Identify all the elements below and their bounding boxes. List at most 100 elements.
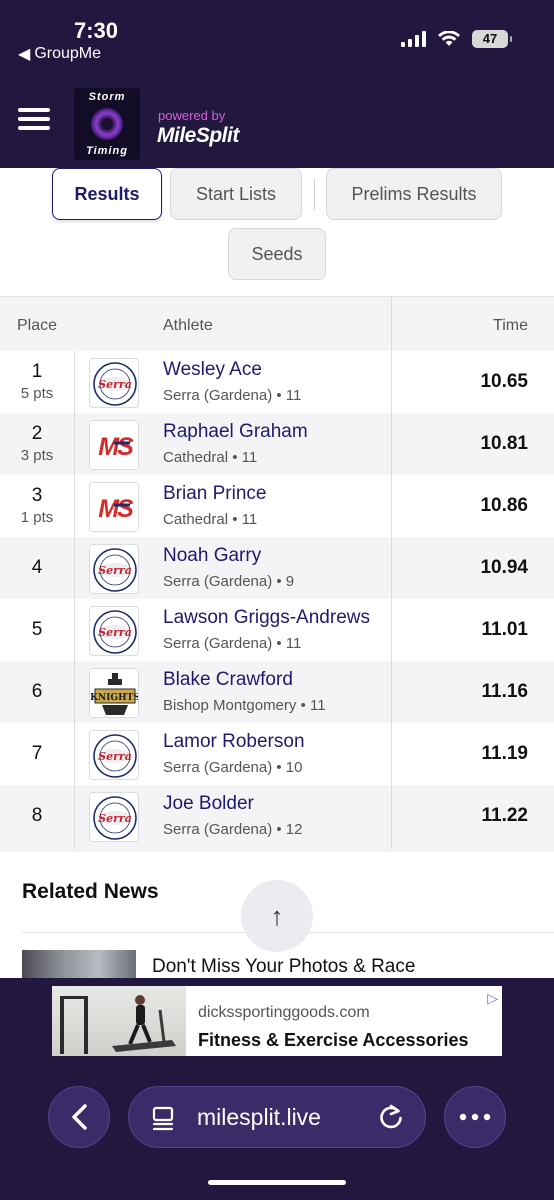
table-row[interactable]: 4 Serra Noah Garry Serra (Gardena) • 9 10.94 — [0, 537, 554, 599]
serra-team-logo[interactable]: Serra — [89, 730, 139, 780]
storm-timing-logo[interactable]: Storm Timing — [74, 88, 140, 160]
adchoices-icon[interactable]: ▷ — [487, 990, 498, 1007]
serra-logo-icon: Serra — [93, 548, 137, 592]
result-time: 11.16 — [481, 681, 529, 702]
athlete-name[interactable]: Noah Garry — [163, 545, 261, 567]
serra-logo-icon: Serra — [93, 610, 137, 654]
athlete-name[interactable]: Blake Crawford — [163, 669, 293, 691]
powered-by-text: powered by — [158, 108, 226, 123]
url-text: milesplit.live — [197, 1104, 321, 1130]
treadmill-image-icon — [60, 995, 176, 1054]
status-time: 7:30 — [74, 18, 119, 43]
result-time: 11.22 — [481, 805, 529, 826]
table-row[interactable]: 7 Serra Lamor Roberson Serra (Gardena) • 10… — [0, 723, 554, 785]
table-row[interactable]: 6 KNIGHTS Blake Crawford Bishop Montgomery … — [0, 661, 554, 723]
scroll-to-top-button[interactable]: ↑ — [241, 880, 313, 952]
table-row[interactable]: 3 1 pts MS Brian Prince Cathedral • 11 10.86 — [0, 475, 554, 537]
cathedral-team-logo[interactable]: MS — [89, 482, 139, 532]
news-headline[interactable]: Don't Miss Your Photos & Race — [152, 956, 415, 978]
column-divider — [74, 351, 75, 849]
knights-logo-text: KNIGHTS — [90, 693, 139, 703]
ellipsis-icon — [459, 1113, 491, 1121]
battery-icon: 47 — [472, 30, 512, 48]
table-row[interactable]: 5 Serra Lawson Griggs-Andrews Serra (Garden… — [0, 599, 554, 661]
athlete-school: Serra (Gardena) • 10 — [163, 759, 303, 776]
arrow-up-icon: ↑ — [270, 900, 284, 931]
logo-top-text: Storm — [88, 91, 126, 103]
hamburger-menu-button[interactable] — [18, 108, 50, 134]
app-header: 7:30 ◀ GroupMe 47 Storm Timing powered b… — [0, 0, 554, 168]
ad-banner[interactable]: dickssportinggoods.com Fitness & Exercis… — [52, 986, 502, 1056]
result-time: 11.01 — [481, 619, 529, 640]
menu-bar — [18, 117, 50, 121]
place-cell: 4 — [0, 557, 74, 579]
place-cell: 2 3 pts — [0, 423, 74, 464]
table-row[interactable]: 8 Serra Joe Bolder Serra (Gardena) • 12 11.2… — [0, 785, 554, 847]
serra-team-logo[interactable]: Serra — [89, 544, 139, 594]
place-number: 4 — [31, 557, 43, 578]
athlete-school: Cathedral • 11 — [163, 449, 258, 466]
tab-prelims-results[interactable]: Prelims Results — [326, 168, 502, 220]
athlete-school: Bishop Montgomery • 11 — [163, 697, 326, 714]
ms-logo-icon: MS — [90, 483, 138, 531]
result-time: 10.86 — [480, 495, 528, 516]
table-row[interactable]: 2 3 pts MS Raphael Graham Cathedral • 11 10.8… — [0, 413, 554, 475]
place-number: 1 — [31, 361, 43, 382]
tab-start-lists[interactable]: Start Lists — [170, 168, 302, 220]
browser-more-button[interactable] — [444, 1086, 506, 1148]
athlete-name[interactable]: Wesley Ace — [163, 359, 262, 381]
place-number: 6 — [31, 681, 43, 702]
storm-swirl-icon — [91, 108, 123, 140]
back-app-label: GroupMe — [34, 45, 102, 62]
serra-team-logo[interactable]: Serra — [89, 358, 139, 408]
column-divider — [391, 297, 392, 849]
url-bar[interactable]: milesplit.live — [128, 1086, 426, 1148]
tab-seeds[interactable]: Seeds — [228, 228, 326, 280]
news-thumbnail[interactable] — [22, 950, 136, 978]
related-news-title: Related News — [22, 880, 159, 903]
place-points: 3 pts — [20, 447, 54, 464]
header-place: Place — [17, 317, 58, 334]
result-time: 10.65 — [480, 371, 528, 392]
place-cell: 6 — [0, 681, 74, 703]
athlete-name[interactable]: Brian Prince — [163, 483, 267, 505]
tab-results[interactable]: Results — [52, 168, 162, 220]
header-athlete: Athlete — [163, 317, 213, 334]
result-time: 10.94 — [480, 557, 528, 578]
browser-back-button[interactable] — [48, 1086, 110, 1148]
place-number: 3 — [31, 485, 43, 506]
serra-logo-text: Serra — [98, 750, 132, 763]
athlete-school: Serra (Gardena) • 9 — [163, 573, 295, 590]
knights-logo-icon: KNIGHTS — [90, 669, 139, 717]
athlete-name[interactable]: Lamor Roberson — [163, 731, 305, 753]
reload-icon[interactable] — [377, 1103, 405, 1131]
result-time: 10.81 — [480, 433, 528, 454]
tab-divider — [314, 178, 315, 210]
athlete-school: Cathedral • 11 — [163, 511, 258, 528]
serra-logo-icon: Serra — [93, 362, 137, 406]
serra-logo-text: Serra — [98, 626, 132, 639]
bishop-montgomery-team-logo[interactable]: KNIGHTS — [89, 668, 139, 718]
place-points: 1 pts — [20, 509, 54, 526]
place-cell: 3 1 pts — [0, 485, 74, 526]
athlete-name[interactable]: Joe Bolder — [163, 793, 254, 815]
table-row[interactable]: 1 5 pts Serra Wesley Ace Serra (Gardena) • 1… — [0, 351, 554, 413]
header-time[interactable]: Time — [493, 317, 528, 335]
back-to-app[interactable]: ◀ GroupMe — [18, 44, 101, 64]
athlete-name[interactable]: Raphael Graham — [163, 421, 308, 443]
ad-domain: dickssportinggoods.com — [198, 1004, 370, 1021]
milesplit-brand[interactable]: MileSplit — [157, 124, 239, 148]
wifi-icon — [438, 31, 460, 46]
page-menu-icon — [152, 1106, 174, 1131]
status-icons: 47 — [401, 30, 512, 48]
serra-logo-icon: Serra — [93, 734, 137, 778]
place-cell: 7 — [0, 743, 74, 765]
ms-logo-icon: MS — [90, 421, 138, 469]
serra-team-logo[interactable]: Serra — [89, 792, 139, 842]
signal-icon — [401, 31, 426, 47]
athlete-name[interactable]: Lawson Griggs-Andrews — [163, 607, 370, 629]
serra-team-logo[interactable]: Serra — [89, 606, 139, 656]
serra-logo-icon: Serra — [93, 796, 137, 840]
result-time: 11.19 — [481, 743, 529, 764]
cathedral-team-logo[interactable]: MS — [89, 420, 139, 470]
